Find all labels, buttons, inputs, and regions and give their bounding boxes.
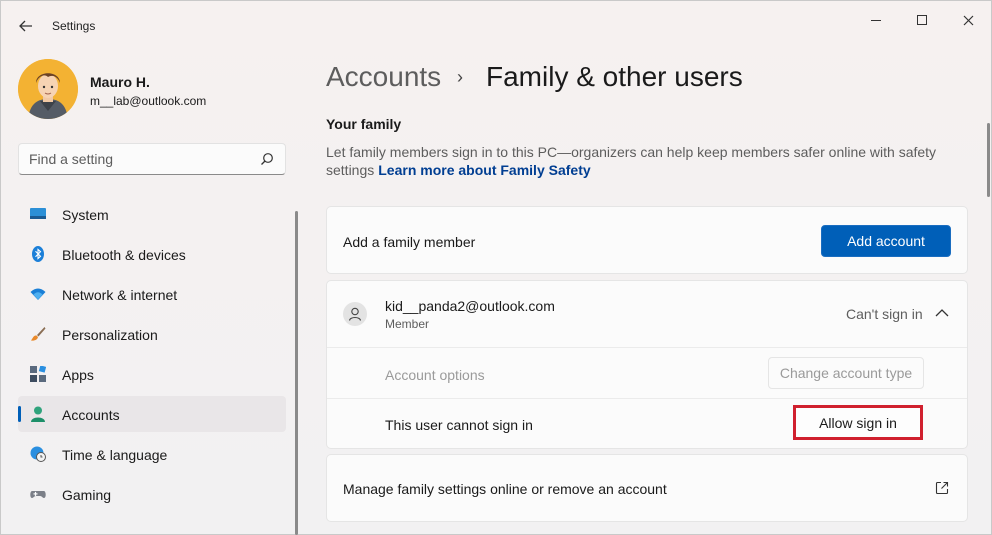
add-family-card: Add a family member Add account: [326, 206, 968, 274]
avatar[interactable]: [18, 59, 78, 119]
divider: [327, 347, 967, 348]
section-title: Your family: [326, 116, 402, 132]
settings-window: Settings Mauro H. m__lab@outlook.com Fin…: [0, 0, 992, 535]
sidebar-item-label: Gaming: [62, 487, 112, 503]
close-icon: [963, 15, 973, 25]
active-indicator: [18, 406, 21, 422]
gamepad-icon: [30, 491, 46, 498]
back-button[interactable]: [11, 11, 41, 41]
chevron-up-icon[interactable]: [935, 308, 949, 318]
manage-family-card[interactable]: Manage family settings online or remove …: [326, 454, 968, 522]
sidebar-item-label: Personalization: [62, 327, 158, 343]
divider: [327, 398, 967, 399]
app-title: Settings: [52, 19, 96, 33]
family-safety-link[interactable]: Learn more about Family Safety: [378, 162, 590, 178]
sidebar-item-network[interactable]: Network & internet: [18, 276, 286, 312]
sidebar-item-label: Network & internet: [62, 287, 178, 303]
title-bar: Settings: [1, 1, 991, 49]
manage-family-label: Manage family settings online or remove …: [343, 481, 667, 497]
maximize-button[interactable]: [899, 7, 945, 33]
sidebar-item-label: Time & language: [62, 447, 168, 463]
add-family-label: Add a family member: [343, 234, 476, 250]
maximize-icon: [917, 15, 927, 25]
sidebar-item-label: Bluetooth & devices: [62, 247, 186, 263]
sidebar-item-label: Accounts: [62, 407, 120, 423]
allow-sign-in-button[interactable]: Allow sign in: [793, 405, 923, 440]
back-arrow-icon: [19, 20, 32, 32]
apps-icon: [30, 366, 46, 382]
sidebar-item-system[interactable]: System: [18, 196, 286, 232]
sidebar-item-label: System: [62, 207, 109, 223]
search-icon[interactable]: [260, 152, 274, 166]
sidebar-item-time-language[interactable]: Time & language: [18, 436, 286, 472]
wifi-icon: [30, 288, 46, 300]
main-scrollbar[interactable]: [987, 123, 990, 197]
system-icon: [30, 208, 46, 219]
brush-icon: [31, 327, 46, 341]
sidebar-scrollbar[interactable]: [295, 211, 298, 535]
accounts-icon: [31, 406, 45, 422]
profile-name: Mauro H.: [90, 74, 150, 90]
avatar-illustration: [18, 59, 78, 119]
sidebar-nav: System Bluetooth & devices Network & int…: [18, 196, 286, 516]
person-icon: [348, 307, 362, 321]
close-button[interactable]: [945, 7, 991, 33]
member-card: kid__panda2@outlook.com Member Can't sig…: [326, 280, 968, 449]
sidebar-item-accounts[interactable]: Accounts: [18, 396, 286, 432]
member-email: kid__panda2@outlook.com: [385, 298, 555, 314]
account-options-label: Account options: [385, 367, 485, 383]
sidebar-item-bluetooth[interactable]: Bluetooth & devices: [18, 236, 286, 272]
page-title: Family & other users: [486, 61, 743, 92]
profile-email: m__lab@outlook.com: [90, 94, 207, 108]
globe-clock-icon: [30, 446, 46, 462]
sidebar-item-gaming[interactable]: Gaming: [18, 476, 286, 512]
breadcrumb-separator: ›: [457, 67, 463, 87]
minimize-icon: [871, 19, 881, 21]
member-status: Can't sign in: [846, 306, 923, 322]
external-link-icon[interactable]: [935, 481, 949, 495]
sidebar-item-personalization[interactable]: Personalization: [18, 316, 286, 352]
cannot-sign-in-label: This user cannot sign in: [385, 417, 533, 433]
minimize-button[interactable]: [853, 7, 899, 33]
add-account-button[interactable]: Add account: [821, 225, 951, 257]
search-input[interactable]: [29, 151, 249, 167]
change-account-type-button[interactable]: Change account type: [768, 357, 924, 389]
sidebar-item-apps[interactable]: Apps: [18, 356, 286, 392]
member-role: Member: [385, 317, 430, 331]
sidebar-item-label: Apps: [62, 367, 94, 383]
section-description: Let family members sign in to this PC—or…: [326, 143, 946, 179]
breadcrumb-parent[interactable]: Accounts: [326, 61, 441, 93]
bluetooth-icon: [32, 246, 44, 262]
member-avatar: [343, 302, 367, 326]
search-box[interactable]: [18, 143, 286, 175]
